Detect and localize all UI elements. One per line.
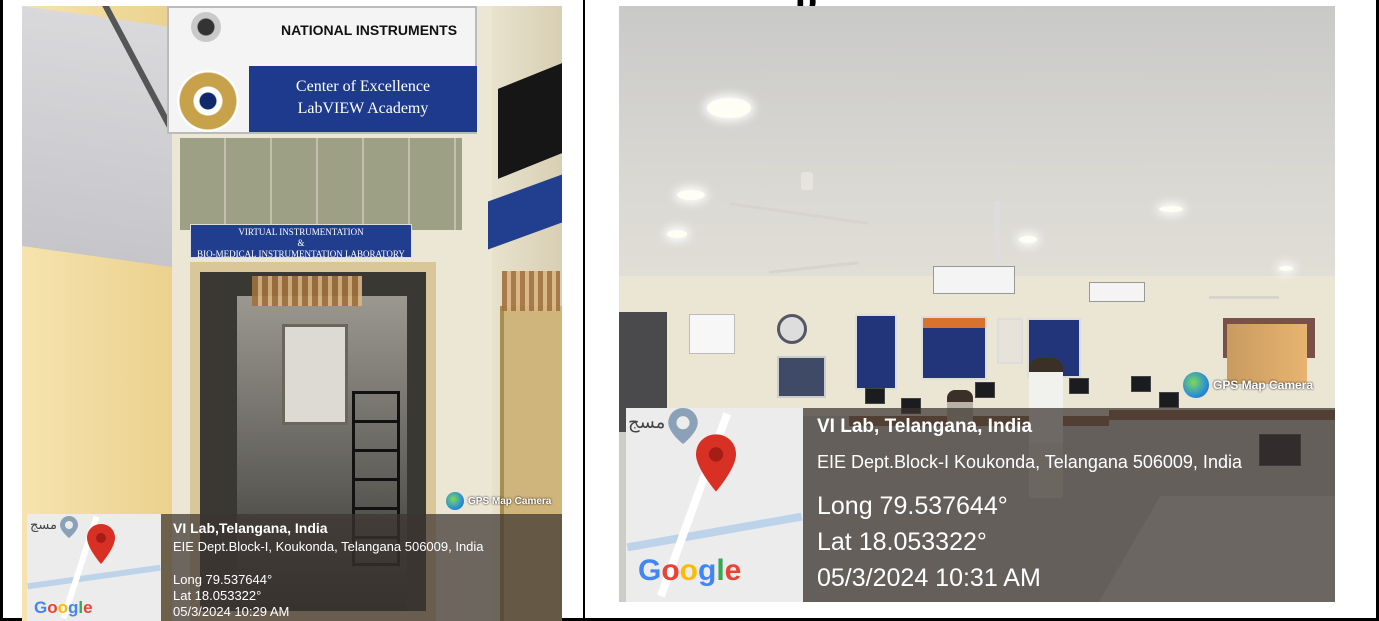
gps-camera-badge: GPS Map Camera (446, 492, 551, 510)
lab-line-2: & (297, 238, 305, 248)
computer-monitor (975, 382, 995, 398)
gps-timestamp: 05/3/2024 10:29 AM (173, 604, 290, 619)
pin-board (777, 356, 826, 398)
photo-corridor: NATIONAL INSTRUMENTS Center of Excellenc… (22, 6, 562, 621)
ni-brand: NATIONAL INSTRUMENTS (281, 22, 458, 38)
air-conditioner-2 (1089, 282, 1145, 302)
ventilation-grille (180, 138, 462, 230)
center-line-1: Center of Excellence (295, 78, 431, 95)
notice-board (689, 314, 735, 354)
google-logo: Google (638, 554, 742, 587)
ceiling (619, 6, 1335, 296)
gps-latitude: Lat 18.053322° (817, 528, 987, 556)
gps-address: EIE Dept.Block-I Koukonda, Telangana 506… (817, 452, 1242, 472)
map-label: مسج (628, 412, 666, 433)
wall-left-upper (22, 6, 172, 268)
wall-poster (855, 314, 897, 390)
hanging-decoration-right (502, 271, 560, 311)
labview-seal-icon (177, 70, 239, 132)
map-thumbnail: مسج Google (626, 408, 803, 602)
map-thumbnail: مسج Google (27, 514, 161, 621)
map-pin-icon (87, 524, 115, 564)
gps-camera-badge: GPS Map Camera (1183, 372, 1313, 398)
lab-line-1: VIRTUAL INSTRUMENTATION (238, 227, 364, 237)
computer-monitor (1131, 376, 1151, 392)
gps-info-box: VI Lab,Telangana, India EIE Dept.Block-I… (161, 514, 562, 621)
gps-latitude: Lat 18.053322° (173, 588, 262, 603)
gps-title: VI Lab, Telangana, India (817, 416, 1033, 437)
camera-badge-label: GPS Map Camera (1213, 378, 1314, 392)
globe-icon (1183, 372, 1209, 398)
map-pin-small-icon (60, 516, 78, 538)
map-pin-small-icon (668, 408, 698, 444)
ceiling-light (667, 230, 687, 238)
ni-sign: NATIONAL INSTRUMENTS Center of Excellenc… (167, 6, 477, 134)
google-logo: Google (34, 598, 93, 617)
map-label: مسج (30, 518, 57, 533)
gps-title: VI Lab,Telangana, India (173, 520, 328, 536)
ceiling-light (707, 98, 751, 118)
air-conditioner (933, 266, 1015, 294)
computer-monitor (1159, 392, 1179, 408)
computer-monitor (865, 388, 885, 404)
table-divider (583, 0, 585, 621)
center-of-excellence-panel: Center of Excellence LabVIEW Academy (249, 66, 477, 132)
ceiling-light (1279, 266, 1293, 271)
wall-clock-icon (777, 314, 807, 344)
ceiling-fan (801, 172, 813, 190)
gps-address: EIE Dept.Block-I, Koukonda, Telangana 50… (173, 539, 484, 554)
gps-info-box: VI Lab, Telangana, India EIE Dept.Block-… (803, 408, 1335, 602)
computer-monitor (1069, 378, 1089, 394)
lab-line-3: BIO-MEDICAL INSTRUMENTATION LABORATORY (197, 249, 405, 259)
portrait-frame (997, 318, 1023, 364)
ceiling-light (1159, 206, 1183, 212)
camera-badge-label: GPS Map Camera (468, 495, 552, 507)
globe-icon (446, 492, 464, 510)
ceiling-light (677, 190, 705, 200)
center-line-2: LabVIEW Academy (297, 100, 429, 117)
photo-lab-room: GPS Map Camera مسج Google VI Lab, Telang… (619, 6, 1335, 602)
gps-timestamp: 05/3/2024 10:31 AM (817, 564, 1041, 592)
hanging-decoration (252, 276, 362, 306)
lab-sign: VIRTUAL INSTRUMENTATION & BIO-MEDICAL IN… (190, 224, 412, 259)
wall-poster-orange (921, 316, 987, 380)
map-pin-icon (696, 434, 736, 492)
gps-longitude: Long 79.537644° (817, 492, 1008, 520)
seal-icon (191, 12, 221, 42)
gps-longitude: Long 79.537644° (173, 572, 273, 587)
ceiling-light (1019, 236, 1037, 243)
